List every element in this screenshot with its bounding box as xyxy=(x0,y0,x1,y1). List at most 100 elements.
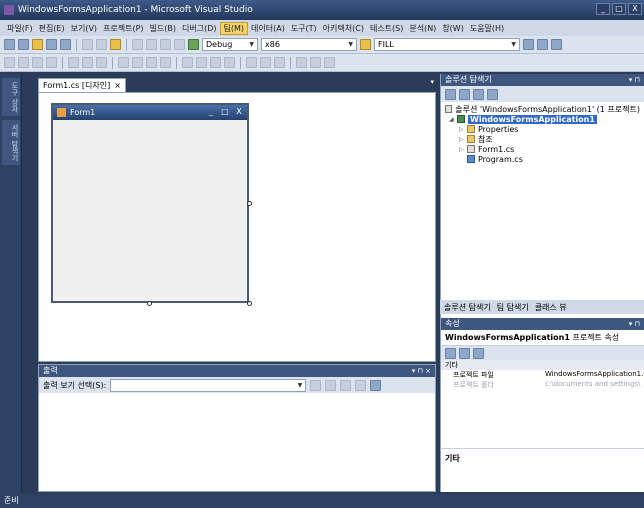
toolbox-tab[interactable]: 도구 상자 xyxy=(2,78,20,117)
menu-window[interactable]: 창(W) xyxy=(439,23,467,34)
next-message-icon[interactable] xyxy=(340,379,352,391)
view-class-diagram-icon[interactable] xyxy=(487,88,498,100)
tree-item-properties[interactable]: ▷ Properties xyxy=(445,124,640,134)
expand-arrow-icon[interactable]: ▷ xyxy=(459,146,465,153)
center-vertically-icon[interactable] xyxy=(274,57,285,68)
categorized-icon[interactable] xyxy=(445,347,456,359)
property-row[interactable]: 프로젝트 파일 WindowsFormsApplication1.csproj xyxy=(441,370,644,380)
expand-arrow-icon[interactable]: ▷ xyxy=(459,126,465,133)
show-all-files-icon[interactable] xyxy=(459,88,470,100)
open-file-icon[interactable] xyxy=(32,39,43,50)
redo-icon[interactable] xyxy=(146,39,157,50)
menu-data[interactable]: 데이터(A) xyxy=(248,23,288,34)
menu-test[interactable]: 테스트(S) xyxy=(367,23,406,34)
send-to-back-icon[interactable] xyxy=(310,57,321,68)
make-same-width-icon[interactable] xyxy=(118,57,129,68)
tab-order-icon[interactable] xyxy=(324,57,335,68)
decrease-spacing-icon[interactable] xyxy=(210,57,221,68)
menu-analyze[interactable]: 분석(N) xyxy=(406,23,439,34)
save-all-icon[interactable] xyxy=(60,39,71,50)
document-list-dropdown[interactable]: ▾ xyxy=(430,78,434,86)
menu-team[interactable]: 팀(M) xyxy=(219,21,249,35)
align-middles-icon[interactable] xyxy=(82,57,93,68)
form1-window[interactable]: Form1 _ □ X xyxy=(51,103,249,303)
align-rights-icon[interactable] xyxy=(46,57,57,68)
clear-all-icon[interactable] xyxy=(355,379,367,391)
properties-object-selector[interactable]: WindowsFormsApplication1 프로젝트 속성 xyxy=(441,330,644,346)
menu-view[interactable]: 보기(V) xyxy=(68,23,100,34)
menu-project[interactable]: 프로젝트(P) xyxy=(100,23,147,34)
minimize-button[interactable]: _ xyxy=(596,3,610,15)
maximize-button[interactable]: □ xyxy=(612,3,626,15)
solution-configuration-select[interactable]: Debug ▼ xyxy=(202,38,258,51)
object-browser-icon[interactable] xyxy=(551,39,562,50)
copy-icon[interactable] xyxy=(96,39,107,50)
size-to-grid-icon[interactable] xyxy=(160,57,171,68)
tree-solution-node[interactable]: 솔루션 'WindowsFormsApplication1' (1 프로젝트) xyxy=(445,104,640,114)
menu-architecture[interactable]: 아키텍처(C) xyxy=(320,23,367,34)
menu-debug[interactable]: 디버그(D) xyxy=(179,23,219,34)
properties-window-icon[interactable] xyxy=(537,39,548,50)
tree-item-program[interactable]: Program.cs xyxy=(445,154,640,164)
resize-handle-right[interactable] xyxy=(247,201,252,206)
save-icon[interactable] xyxy=(46,39,57,50)
align-tops-icon[interactable] xyxy=(68,57,79,68)
make-same-size-icon[interactable] xyxy=(146,57,157,68)
tree-item-form1[interactable]: ▷ Form1.cs xyxy=(445,144,640,154)
vertical-spacing-icon[interactable] xyxy=(246,57,257,68)
horizontal-spacing-icon[interactable] xyxy=(182,57,193,68)
undo-icon[interactable] xyxy=(132,39,143,50)
navigate-forward-icon[interactable] xyxy=(174,39,185,50)
output-window-buttons[interactable]: ▾ ⊓ × xyxy=(412,365,431,377)
previous-message-icon[interactable] xyxy=(325,379,337,391)
remove-spacing-icon[interactable] xyxy=(224,57,235,68)
navigate-back-icon[interactable] xyxy=(160,39,171,50)
server-explorer-tab[interactable]: 서버 탐색기 xyxy=(2,120,20,166)
find-in-files-icon[interactable] xyxy=(360,39,371,50)
refresh-icon[interactable] xyxy=(473,88,484,100)
menu-edit[interactable]: 편집(E) xyxy=(36,23,68,34)
find-message-icon[interactable] xyxy=(310,379,322,391)
add-item-icon[interactable] xyxy=(18,39,29,50)
bring-to-front-icon[interactable] xyxy=(296,57,307,68)
close-button[interactable]: X xyxy=(628,3,642,15)
properties-category[interactable]: 기타 xyxy=(441,360,644,370)
word-wrap-icon[interactable] xyxy=(370,379,382,391)
start-debugging-icon[interactable] xyxy=(188,39,199,50)
resize-handle-corner[interactable] xyxy=(247,301,252,306)
output-source-select[interactable]: ▼ xyxy=(110,378,307,392)
close-tab-icon[interactable]: × xyxy=(114,79,121,92)
new-project-icon[interactable] xyxy=(4,39,15,50)
tab-solution-explorer[interactable]: 솔루션 탐색기 xyxy=(444,302,491,313)
tree-project-node[interactable]: ◢ WindowsFormsApplication1 xyxy=(445,114,640,124)
alphabetical-icon[interactable] xyxy=(459,347,470,359)
center-horizontally-icon[interactable] xyxy=(260,57,271,68)
menu-file[interactable]: 파일(F) xyxy=(4,23,36,34)
property-row[interactable]: 프로젝트 폴더 c:\documents and settings\ xyxy=(441,380,644,390)
align-to-grid-icon[interactable] xyxy=(4,57,15,68)
tree-item-references[interactable]: ▷ 참조 xyxy=(445,134,640,144)
menu-build[interactable]: 빌드(B) xyxy=(147,23,179,34)
tab-class-view[interactable]: 클래스 뷰 xyxy=(535,302,567,313)
collapse-arrow-icon[interactable]: ◢ xyxy=(449,116,455,123)
align-bottoms-icon[interactable] xyxy=(96,57,107,68)
find-combo[interactable]: FILL ▼ xyxy=(374,38,520,51)
menu-tools[interactable]: 도구(T) xyxy=(288,23,320,34)
paste-icon[interactable] xyxy=(110,39,121,50)
resize-handle-bottom[interactable] xyxy=(147,301,152,306)
cut-icon[interactable] xyxy=(82,39,93,50)
increase-spacing-icon[interactable] xyxy=(196,57,207,68)
property-pages-icon[interactable] xyxy=(473,347,484,359)
tab-team-explorer[interactable]: 팀 탐색기 xyxy=(497,302,529,313)
make-same-height-icon[interactable] xyxy=(132,57,143,68)
align-centers-icon[interactable] xyxy=(32,57,43,68)
properties-icon[interactable] xyxy=(445,88,456,100)
solution-explorer-buttons[interactable]: ▾ ⊓ xyxy=(629,74,640,86)
solution-platform-select[interactable]: x86 ▼ xyxy=(261,38,357,51)
properties-buttons[interactable]: ▾ ⊓ xyxy=(629,318,640,330)
form-designer-surface[interactable]: Form1 _ □ X xyxy=(38,92,436,362)
align-lefts-icon[interactable] xyxy=(18,57,29,68)
solution-explorer-icon[interactable] xyxy=(523,39,534,50)
expand-arrow-icon[interactable]: ▷ xyxy=(459,136,465,143)
menu-help[interactable]: 도움말(H) xyxy=(467,23,507,34)
